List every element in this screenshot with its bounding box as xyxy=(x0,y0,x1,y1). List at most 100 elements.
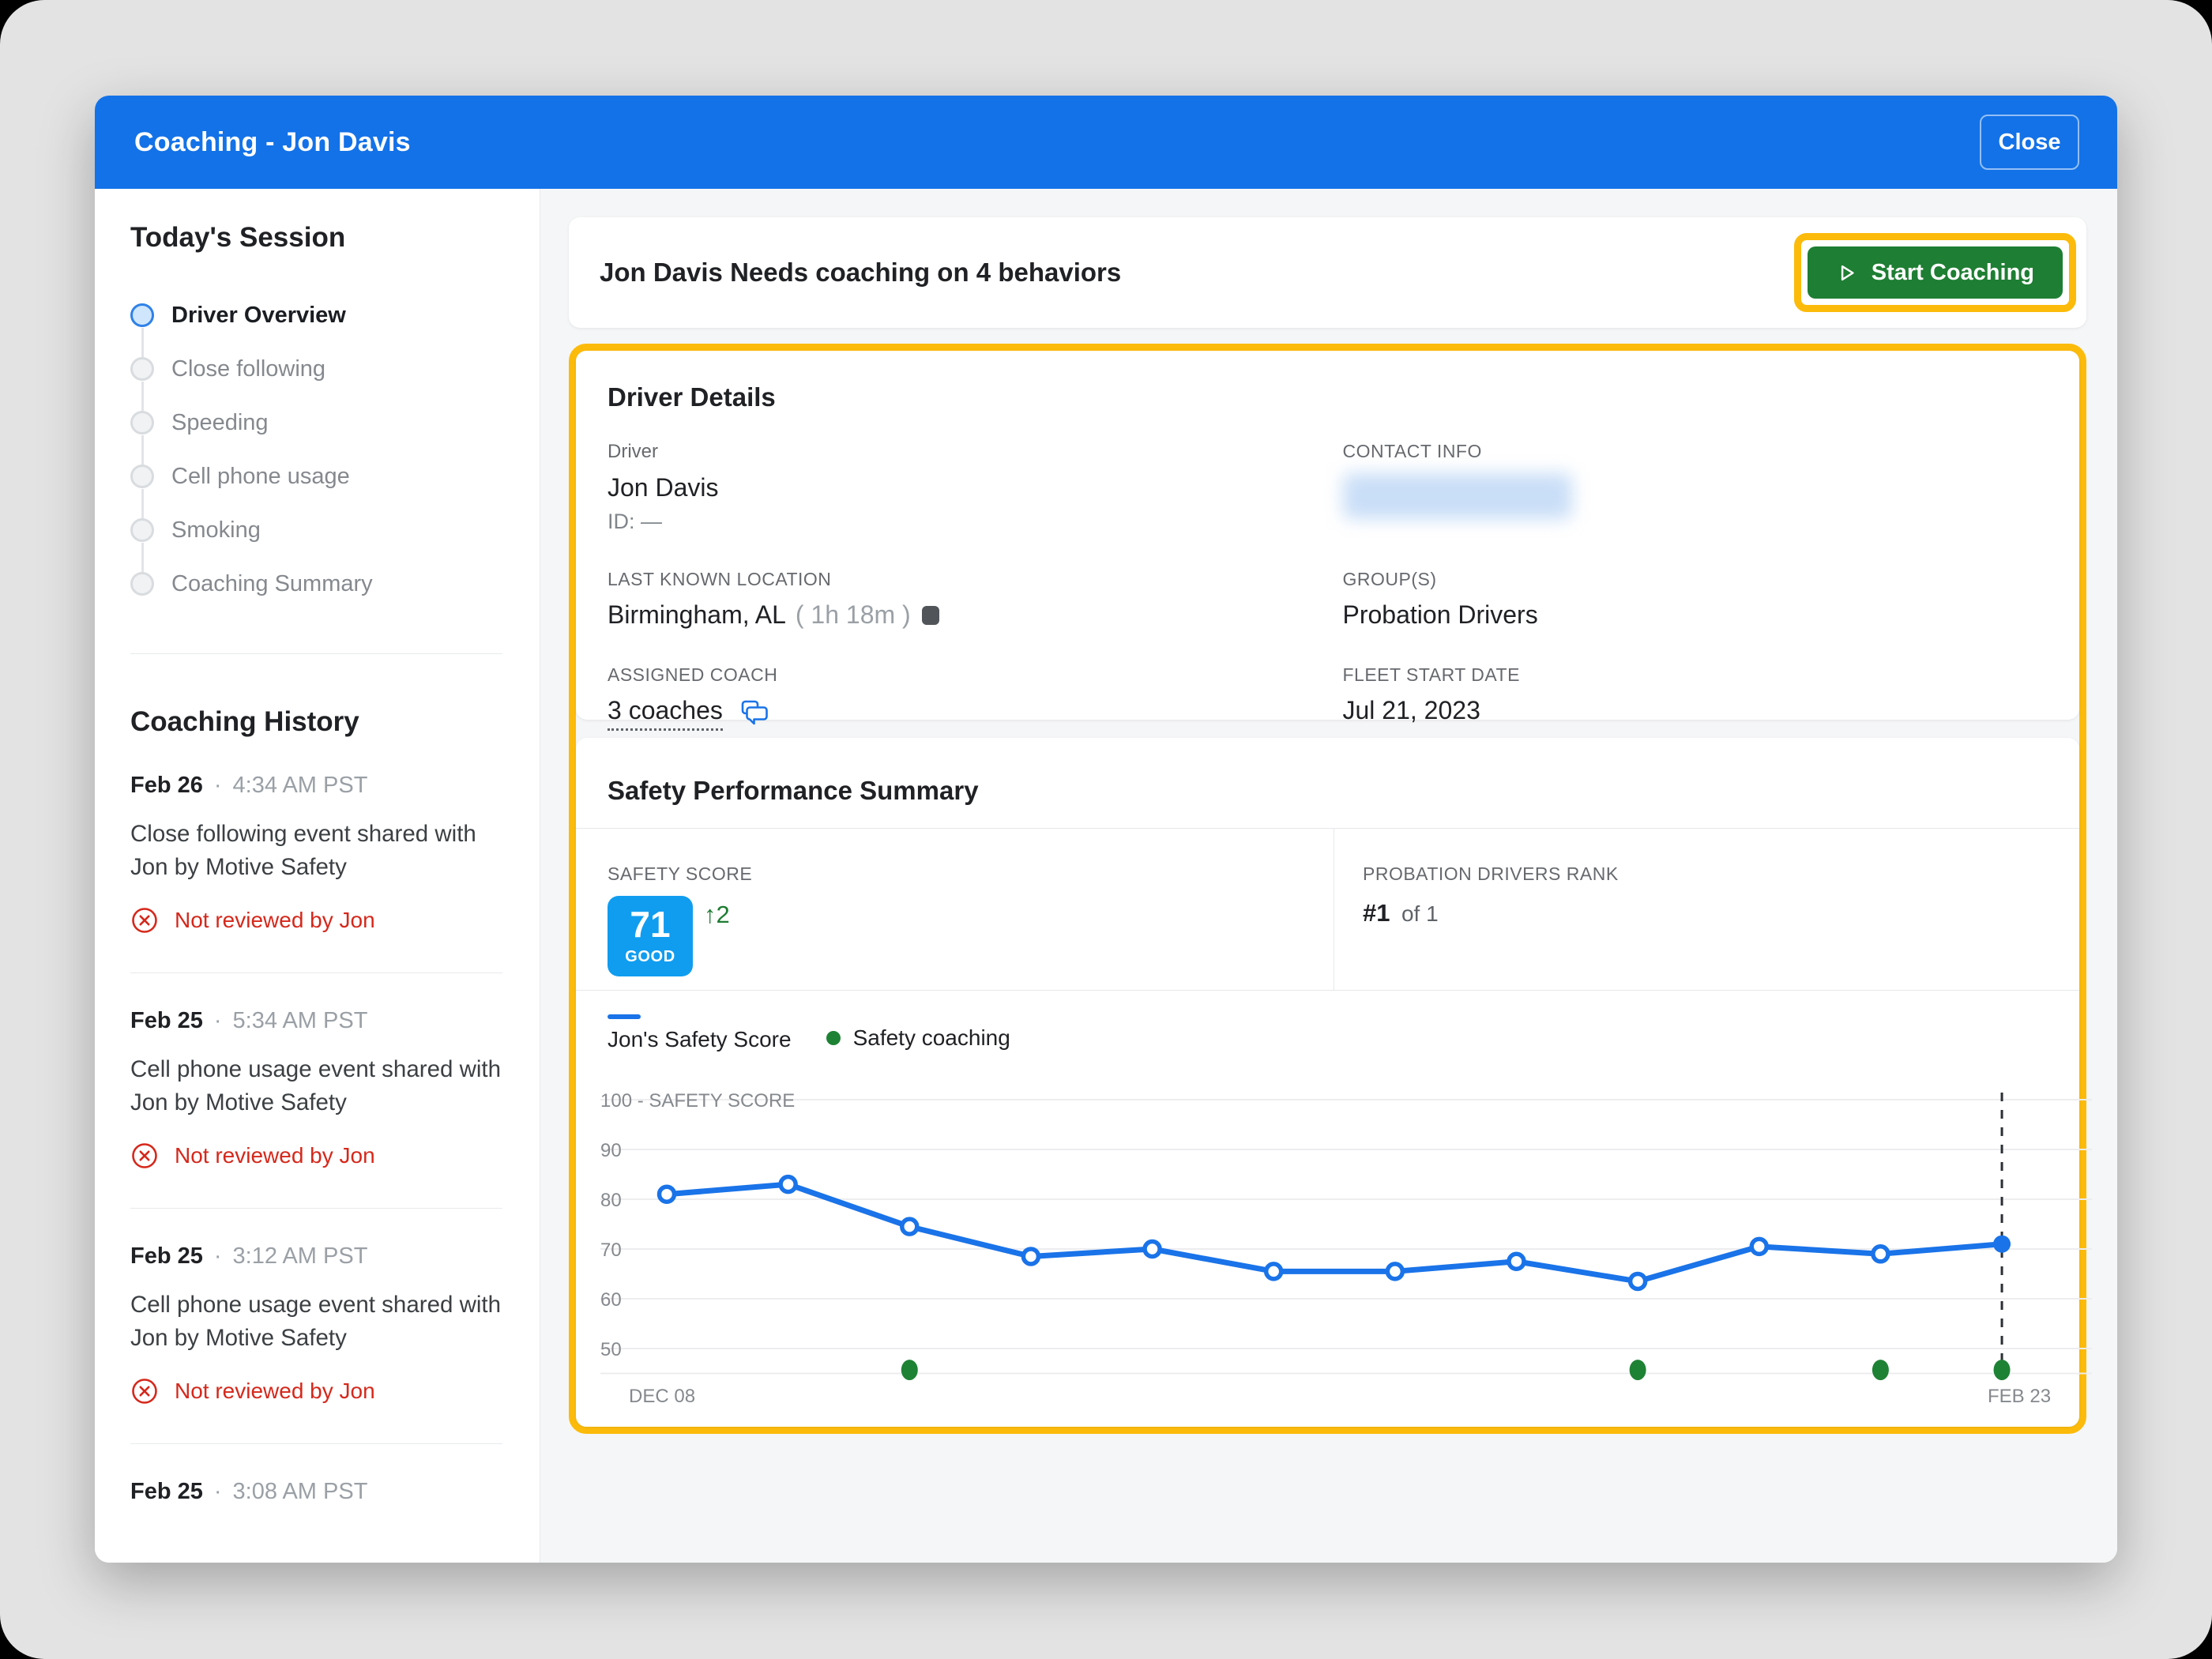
history-time: 5:34 AM PST xyxy=(233,1008,368,1034)
step-dot-icon xyxy=(130,518,154,542)
history-date: Feb 25 xyxy=(130,1243,203,1270)
coaching-modal: Coaching - Jon Davis Close Today's Sessi… xyxy=(95,96,2117,1563)
assigned-coach-label: ASSIGNED COACH xyxy=(608,664,1328,686)
history-date: Feb 25 xyxy=(130,1479,203,1505)
history-text: Close following event shared with Jon by… xyxy=(130,818,502,884)
arrow-up-icon: ↑ xyxy=(704,901,717,928)
safety-score-block: SAFETY SCORE 71 GOOD ↑2 xyxy=(576,829,1334,990)
banner-title: Jon Davis Needs coaching on 4 behaviors xyxy=(600,258,1121,288)
legend-safety-coaching-label: Safety coaching xyxy=(853,1025,1010,1051)
history-separator: · xyxy=(214,1479,222,1505)
driver-field: Driver Jon Davis ID: — xyxy=(608,441,1328,534)
vehicle-chip-icon[interactable] xyxy=(922,606,939,625)
session-sidebar: Today's Session Driver Overview Close fo… xyxy=(95,189,540,1563)
step-close-following[interactable]: Close following xyxy=(130,342,502,396)
step-label: Driver Overview xyxy=(171,303,346,329)
svg-text:80: 80 xyxy=(600,1190,622,1211)
fleet-start-date-field: FLEET START DATE Jul 21, 2023 xyxy=(1328,664,2048,731)
contact-info-redacted xyxy=(1343,473,1572,519)
contact-info-field: CONTACT INFO xyxy=(1328,441,2048,534)
safety-summary-title: Safety Performance Summary xyxy=(608,776,2048,806)
fleet-start-date-value: Jul 21, 2023 xyxy=(1343,696,2048,725)
history-separator: · xyxy=(214,773,222,799)
svg-text:70: 70 xyxy=(600,1240,622,1261)
blue-line-swatch-icon xyxy=(608,1014,641,1019)
fleet-start-date-label: FLEET START DATE xyxy=(1343,664,2048,686)
step-speeding[interactable]: Speeding xyxy=(130,396,502,450)
svg-text:60: 60 xyxy=(600,1289,622,1311)
history-time: 4:34 AM PST xyxy=(233,773,368,799)
rank-label: PROBATION DRIVERS RANK xyxy=(1363,863,1619,885)
history-status-text: Not reviewed by Jon xyxy=(175,1379,375,1404)
step-label: Cell phone usage xyxy=(171,464,350,490)
svg-text:50: 50 xyxy=(600,1339,622,1360)
history-time: 3:08 AM PST xyxy=(233,1479,368,1505)
step-label: Close following xyxy=(171,356,325,382)
start-coaching-button[interactable]: Start Coaching xyxy=(1808,246,2063,299)
history-entry[interactable]: Feb 25 · 5:34 AM PST Cell phone usage ev… xyxy=(130,973,502,1209)
location-value: Birmingham, AL xyxy=(608,600,786,630)
not-reviewed-icon xyxy=(130,1377,159,1405)
history-status-text: Not reviewed by Jon xyxy=(175,1143,375,1168)
chart-legend: Jon's Safety Score Safety coaching xyxy=(576,990,2079,1052)
session-title: Today's Session xyxy=(130,222,502,254)
step-dot-active-icon xyxy=(130,303,154,327)
history-entry[interactable]: Feb 25 · 3:12 AM PST Cell phone usage ev… xyxy=(130,1209,502,1444)
legend-safety-score-label: Jon's Safety Score xyxy=(608,1027,792,1052)
driver-id: ID: — xyxy=(608,510,1328,534)
message-coaches-icon[interactable] xyxy=(740,699,770,728)
score-delta-value: 2 xyxy=(717,901,730,928)
safety-performance-card: Safety Performance Summary SAFETY SCORE … xyxy=(576,738,2079,1427)
step-coaching-summary[interactable]: Coaching Summary xyxy=(130,557,502,611)
step-label: Speeding xyxy=(171,410,269,436)
desktop-canvas: Coaching - Jon Davis Close Today's Sessi… xyxy=(0,0,2212,1659)
safety-score-tile: 71 GOOD xyxy=(608,896,693,976)
step-label: Smoking xyxy=(171,517,261,544)
not-reviewed-icon xyxy=(130,1142,159,1170)
legend-safety-coaching[interactable]: Safety coaching xyxy=(826,1025,1010,1052)
step-dot-icon xyxy=(130,357,154,381)
coaches-link[interactable]: 3 coaches xyxy=(608,696,723,731)
groups-label: GROUP(S) xyxy=(1343,569,2048,590)
coachmark-highlight: Driver Details Driver Jon Davis ID: — CO… xyxy=(569,344,2086,1434)
last-known-location-field: LAST KNOWN LOCATION Birmingham, AL ( 1h … xyxy=(608,569,1328,630)
session-stepper: Driver Overview Close following Speeding… xyxy=(130,288,502,611)
close-button[interactable]: Close xyxy=(1980,115,2079,170)
assigned-coach-field: ASSIGNED COACH 3 coaches xyxy=(608,664,1328,731)
history-entry[interactable]: Feb 26 · 4:34 AM PST Close following eve… xyxy=(130,738,502,973)
start-coaching-label: Start Coaching xyxy=(1872,260,2034,286)
score-delta-badge: ↑2 xyxy=(704,901,730,929)
safety-score-label: SAFETY SCORE xyxy=(608,863,1334,885)
step-driver-overview[interactable]: Driver Overview xyxy=(130,288,502,342)
coaching-history-title: Coaching History xyxy=(130,706,502,738)
safety-trend-chart[interactable]: 100 - SAFETY SCORE9080706050DEC 08FEB 23 xyxy=(600,1088,2092,1413)
step-smoking[interactable]: Smoking xyxy=(130,503,502,557)
history-status: Not reviewed by Jon xyxy=(130,1377,502,1405)
legend-safety-score[interactable]: Jon's Safety Score xyxy=(608,1014,792,1052)
modal-title: Coaching - Jon Davis xyxy=(134,127,411,158)
rank-total: of 1 xyxy=(1401,901,1439,926)
history-date: Feb 26 xyxy=(130,773,203,799)
driver-name: Jon Davis xyxy=(608,473,1328,502)
step-dot-icon xyxy=(130,465,154,488)
location-label: LAST KNOWN LOCATION xyxy=(608,569,1328,590)
step-dot-icon xyxy=(130,572,154,596)
svg-text:FEB 23: FEB 23 xyxy=(1988,1386,2051,1407)
start-coaching-highlight: Start Coaching xyxy=(1794,233,2076,312)
not-reviewed-icon xyxy=(130,906,159,935)
history-time: 3:12 AM PST xyxy=(233,1243,368,1270)
step-label: Coaching Summary xyxy=(171,571,373,597)
driver-details-title: Driver Details xyxy=(608,382,2048,412)
history-separator: · xyxy=(214,1008,222,1034)
history-status-text: Not reviewed by Jon xyxy=(175,908,375,933)
sidebar-divider xyxy=(130,653,502,654)
svg-text:90: 90 xyxy=(600,1140,622,1161)
safety-score-value: 71 xyxy=(630,906,670,942)
location-duration: ( 1h 18m ) xyxy=(796,600,911,630)
step-cell-phone-usage[interactable]: Cell phone usage xyxy=(130,450,502,503)
groups-field: GROUP(S) Probation Drivers xyxy=(1328,569,2048,630)
safety-score-grade: GOOD xyxy=(625,948,675,966)
history-entry[interactable]: Feb 25 · 3:08 AM PST xyxy=(130,1444,502,1543)
green-dot-swatch-icon xyxy=(826,1031,841,1045)
play-icon xyxy=(1836,262,1857,284)
